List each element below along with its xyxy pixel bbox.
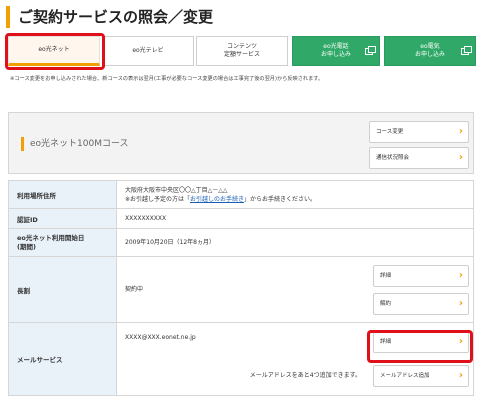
contract-status: 契約中 bbox=[125, 286, 144, 293]
address-value: 大阪府大阪市中央区〇〇△丁目△－△△ ※お引越し予定の方は「お引越しのお手続き」… bbox=[116, 180, 474, 209]
course-name: eo光ネット100Mコース bbox=[21, 137, 129, 151]
tab-contents[interactable]: コンテンツ 定額サービス bbox=[196, 36, 288, 66]
table-row: eo光ネット利用開始日 (期間) 2009年10月20日（12年8ヵ月） bbox=[8, 228, 474, 257]
external-link-icon bbox=[365, 46, 376, 55]
chevron-right-icon: › bbox=[458, 152, 463, 163]
table-row: 長割 契約中 詳細 › 解約 › bbox=[8, 256, 474, 323]
tab-label: コンテンツ 定額サービス bbox=[223, 43, 260, 58]
moving-procedure-link[interactable]: お引越しのお手続き bbox=[190, 196, 244, 203]
button-label: 解約 bbox=[380, 301, 392, 307]
mail-remaining-text: メールアドレスをあと4つ追加できます。 bbox=[249, 372, 361, 379]
chevron-right-icon: › bbox=[458, 370, 463, 381]
table-row: 認証ID XXXXXXXXXX bbox=[8, 208, 474, 229]
button-label: メールアドレス追加 bbox=[380, 373, 430, 379]
mail-address: XXXX@XXX.eonet.ne.jp bbox=[125, 334, 196, 341]
tab-label: eo光テレビ bbox=[132, 47, 164, 54]
tab-eo-tv[interactable]: eo光テレビ bbox=[102, 36, 194, 66]
button-label: 詳細 bbox=[380, 273, 392, 279]
external-link-icon bbox=[461, 46, 472, 55]
chevron-right-icon: › bbox=[458, 126, 463, 137]
connection-status-button[interactable]: 通信状況照会 › bbox=[369, 147, 469, 169]
course-panel: eo光ネット100Mコース コース変更 › 通信状況照会 › bbox=[8, 112, 474, 174]
chevron-right-icon: › bbox=[458, 298, 463, 309]
highlight-box bbox=[367, 330, 473, 363]
moving-note-text: 」からお手続きください。 bbox=[244, 195, 317, 203]
row-label: 利用場所住所 bbox=[8, 180, 117, 209]
tab-label: eo光電話 お申し込み bbox=[320, 43, 351, 58]
row-label: メールサービス bbox=[8, 322, 117, 396]
button-label: コース変更 bbox=[376, 129, 404, 135]
address-line: 大阪府大阪市中央区〇〇△丁目△－△△ bbox=[125, 186, 228, 194]
contract-cancel-button[interactable]: 解約 › bbox=[373, 293, 469, 315]
page-title: ご契約サービスの照会／変更 bbox=[6, 6, 213, 28]
tab-eo-electric-apply[interactable]: eo電気 お申し込み bbox=[384, 36, 476, 66]
add-mail-address-button[interactable]: メールアドレス追加 › bbox=[373, 365, 469, 387]
course-change-note: ※コース変更をお申し込みされた場合、新コースの表示は翌月(工事が必要なコース変更… bbox=[10, 76, 324, 82]
chevron-right-icon: › bbox=[458, 270, 463, 281]
service-details-table: 利用場所住所 大阪府大阪市中央区〇〇△丁目△－△△ ※お引越し予定の方は「お引越… bbox=[8, 180, 474, 396]
moving-note-text: ※お引越し予定の方は「 bbox=[125, 195, 191, 203]
table-row: 利用場所住所 大阪府大阪市中央区〇〇△丁目△－△△ ※お引越し予定の方は「お引越… bbox=[8, 180, 474, 209]
button-label: 通信状況照会 bbox=[376, 155, 410, 161]
moving-note: ※お引越し予定の方は「お引越しのお手続き」からお手続きください。 bbox=[125, 195, 473, 204]
contract-cell: 契約中 詳細 › 解約 › bbox=[116, 256, 474, 323]
start-date-value: 2009年10月20日（12年8ヵ月） bbox=[116, 228, 474, 257]
auth-id-value: XXXXXXXXXX bbox=[116, 208, 474, 229]
tab-eo-phone-apply[interactable]: eo光電話 お申し込み bbox=[292, 36, 380, 66]
course-change-button[interactable]: コース変更 › bbox=[369, 121, 469, 143]
highlight-box bbox=[5, 33, 105, 70]
contract-detail-button[interactable]: 詳細 › bbox=[373, 265, 469, 287]
row-label: 長割 bbox=[8, 256, 117, 323]
row-label: 認証ID bbox=[8, 208, 117, 229]
tab-label: eo電気 お申し込み bbox=[414, 43, 445, 58]
row-label: eo光ネット利用開始日 (期間) bbox=[8, 228, 117, 257]
